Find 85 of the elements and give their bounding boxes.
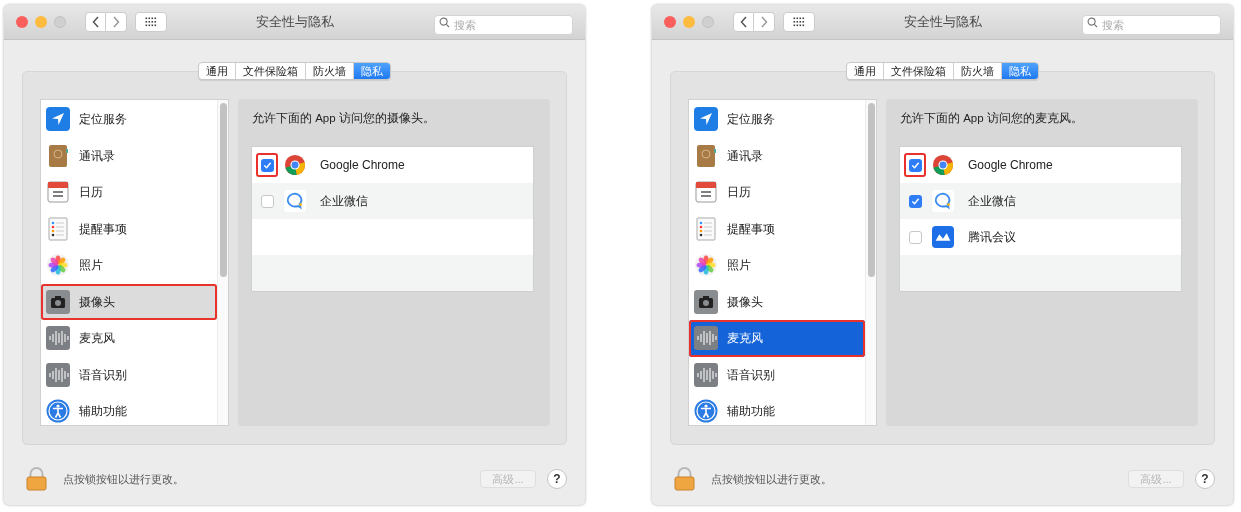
- grid-icon: [145, 17, 157, 27]
- service-item[interactable]: 照片: [689, 247, 865, 284]
- search-field[interactable]: 搜索: [434, 15, 573, 35]
- checkbox[interactable]: [256, 153, 278, 178]
- app-name: Google Chrome: [320, 157, 405, 175]
- lock-hint: 点按锁按钮以进行更改。: [711, 471, 832, 487]
- service-item[interactable]: 提醒事项: [689, 210, 865, 247]
- show-all-button[interactable]: [783, 12, 815, 32]
- flower-icon: [46, 253, 70, 278]
- calendar-icon: [46, 180, 70, 205]
- checkmark-icon: [262, 160, 272, 170]
- prompt-text: 允许下面的 App 访问您的麦克风。: [899, 111, 1084, 126]
- meeting-icon: [932, 226, 954, 249]
- tab[interactable]: 文件保险箱: [883, 63, 953, 79]
- minimize-button[interactable]: [683, 16, 695, 28]
- service-item[interactable]: 语音识别: [689, 356, 865, 393]
- waveform-icon: [46, 326, 70, 351]
- service-item[interactable]: 提醒事项: [41, 210, 217, 247]
- service-item[interactable]: 日历: [41, 174, 217, 211]
- help-button[interactable]: ?: [1195, 469, 1215, 489]
- help-button[interactable]: ?: [547, 469, 567, 489]
- waveform-icon: [694, 362, 718, 387]
- calendar-icon: [694, 180, 718, 205]
- forward-button[interactable]: [106, 12, 127, 32]
- checkmark-icon: [910, 196, 920, 206]
- camera-icon: [46, 289, 70, 314]
- tab[interactable]: 文件保险箱: [235, 63, 305, 79]
- app-name: 企业微信: [968, 193, 1016, 211]
- lock-hint: 点按锁按钮以进行更改。: [63, 471, 184, 487]
- service-item[interactable]: 通讯录: [689, 137, 865, 174]
- service-item[interactable]: 日历: [689, 174, 865, 211]
- chrome-icon: [932, 154, 954, 177]
- app-row[interactable]: 企业微信: [252, 183, 533, 220]
- service-item[interactable]: 定位服务: [41, 101, 217, 138]
- address-book-icon: [46, 143, 70, 168]
- back-button[interactable]: [85, 12, 106, 32]
- app-name: Google Chrome: [968, 157, 1053, 175]
- window-title: 安全性与隐私: [903, 13, 982, 32]
- show-all-button[interactable]: [135, 12, 167, 32]
- back-button[interactable]: [733, 12, 754, 32]
- chrome-icon: [284, 154, 306, 177]
- chat-bubble-icon: [284, 190, 306, 213]
- search-icon: [1087, 16, 1098, 28]
- tab[interactable]: 通用: [847, 63, 883, 79]
- window-title: 安全性与隐私: [255, 13, 334, 32]
- chat-bubble-icon: [932, 190, 954, 213]
- checkbox[interactable]: [904, 153, 926, 178]
- forward-button[interactable]: [754, 12, 775, 32]
- chevron-right-icon: [760, 16, 768, 28]
- zoom-button[interactable]: [702, 16, 714, 28]
- lock-icon[interactable]: [26, 467, 47, 491]
- waveform-icon: [46, 362, 70, 387]
- service-item[interactable]: 辅助功能: [689, 393, 865, 425]
- camera-icon: [694, 289, 718, 314]
- prompt-text: 允许下面的 App 访问您的摄像头。: [251, 111, 436, 126]
- chevron-left-icon: [91, 16, 100, 28]
- checklist-icon: [46, 216, 70, 241]
- tab[interactable]: 通用: [199, 63, 235, 79]
- app-name: 腾讯会议: [968, 229, 1016, 247]
- service-item[interactable]: 照片: [41, 247, 217, 284]
- service-item[interactable]: 摄像头: [41, 283, 217, 320]
- address-book-icon: [694, 143, 718, 168]
- zoom-button[interactable]: [54, 16, 66, 28]
- service-item[interactable]: 语音识别: [41, 356, 217, 393]
- close-button[interactable]: [664, 16, 676, 28]
- chevron-left-icon: [739, 16, 748, 28]
- chevron-right-icon: [112, 16, 120, 28]
- checklist-icon: [694, 216, 718, 241]
- service-item[interactable]: 麦克风: [689, 320, 865, 357]
- waveform-icon: [694, 326, 718, 351]
- grid-icon: [793, 17, 805, 27]
- flower-icon: [694, 253, 718, 278]
- service-item[interactable]: 麦克风: [41, 320, 217, 357]
- checkmark-icon: [910, 160, 920, 170]
- search-field[interactable]: 搜索: [1082, 15, 1221, 35]
- minimize-button[interactable]: [35, 16, 47, 28]
- service-item[interactable]: 通讯录: [41, 137, 217, 174]
- app-row[interactable]: 企业微信: [900, 183, 1181, 220]
- service-item[interactable]: 摄像头: [689, 283, 865, 320]
- app-name: 企业微信: [320, 193, 368, 211]
- service-item[interactable]: 定位服务: [689, 101, 865, 138]
- close-button[interactable]: [16, 16, 28, 28]
- service-item[interactable]: 辅助功能: [41, 393, 217, 425]
- search-icon: [439, 16, 450, 28]
- lock-icon[interactable]: [674, 467, 695, 491]
